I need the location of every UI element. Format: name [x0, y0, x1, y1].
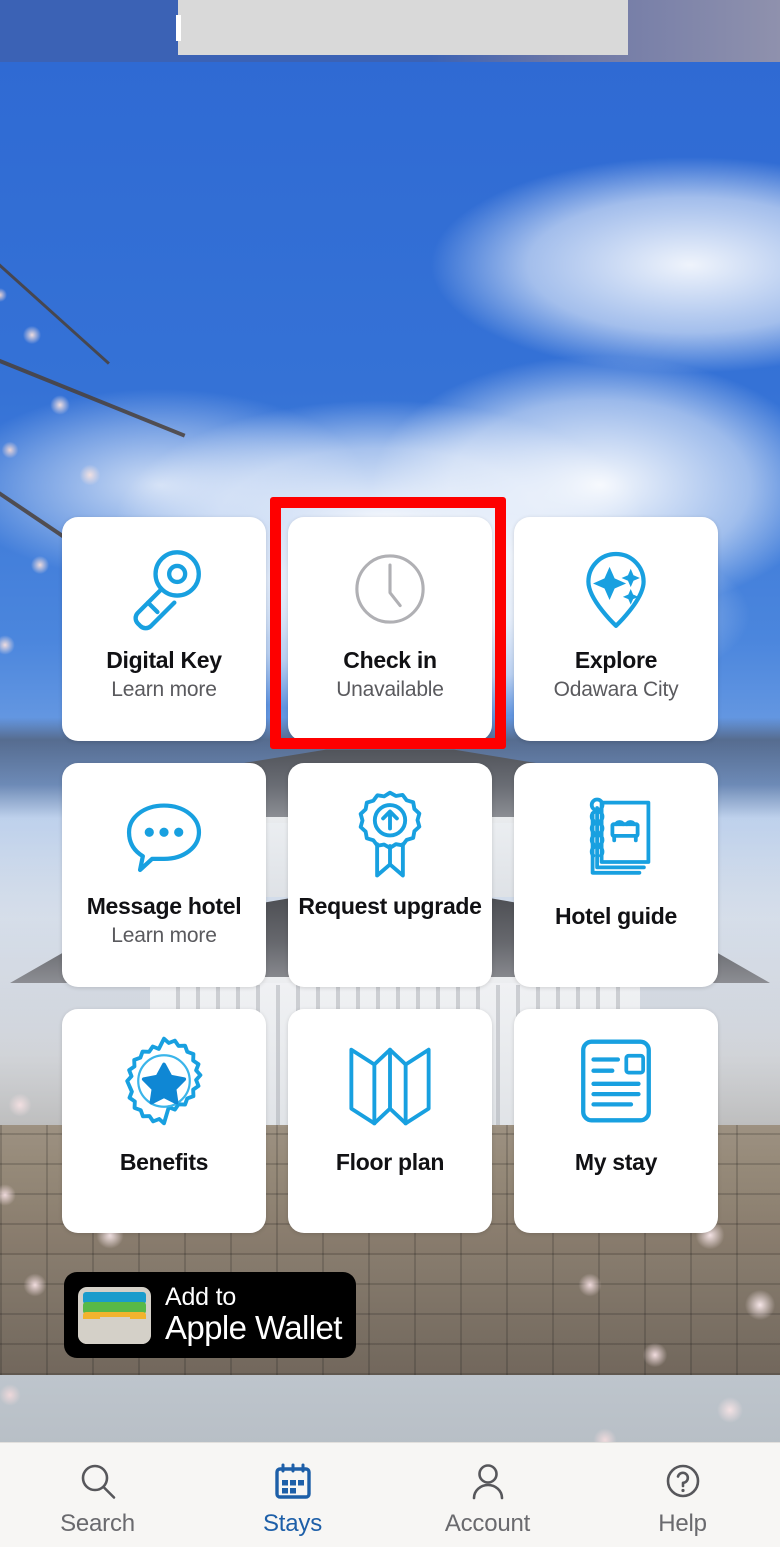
tab-label: Account [444, 1510, 531, 1537]
card-my-stay[interactable]: My stay [514, 1009, 718, 1233]
card-subtitle: Odawara City [553, 677, 679, 701]
folded-map-icon [342, 1009, 438, 1139]
calendar-icon [271, 1458, 315, 1504]
browser-url-sheet [178, 0, 628, 55]
wallet-line-1: Add to [165, 1283, 237, 1312]
card-explore[interactable]: Explore Odawara City [514, 517, 718, 741]
browser-top-band [0, 0, 780, 62]
tab-account[interactable]: Account [390, 1443, 585, 1547]
card-labels: My stay [514, 1139, 718, 1233]
award-ribbon-up-arrow-icon [344, 763, 436, 893]
card-labels: Digital Key Learn more [62, 647, 266, 741]
card-subtitle: Unavailable [336, 677, 444, 701]
card-labels: Hotel guide [514, 893, 718, 987]
magnifier-icon [76, 1458, 120, 1504]
card-labels: Message hotel Learn more [62, 893, 266, 987]
tab-label: Help [658, 1510, 707, 1537]
card-subtitle: Learn more [111, 923, 217, 947]
card-title: Floor plan [335, 1149, 445, 1175]
card-labels: Check in Unavailable [288, 647, 492, 741]
star-badge-icon [118, 1009, 210, 1139]
chat-bubble-icon [116, 763, 212, 893]
app-screen: Digital Key Learn more Check in Unavaila… [0, 0, 780, 1547]
question-circle-icon [661, 1458, 705, 1504]
bottom-tab-bar: Search Stays Account Help [0, 1442, 780, 1547]
card-title: Message hotel [86, 893, 242, 919]
card-labels: Floor plan [288, 1139, 492, 1233]
card-title: Digital Key [106, 647, 222, 673]
person-icon [466, 1458, 510, 1504]
add-to-apple-wallet-button[interactable]: Add to Apple Wallet [64, 1272, 356, 1358]
document-lines-icon [572, 1009, 660, 1139]
card-labels: Explore Odawara City [514, 647, 718, 741]
card-request-upgrade[interactable]: Request upgrade [288, 763, 492, 987]
card-check-in[interactable]: Check in Unavailable [288, 517, 492, 741]
card-title: Benefits [119, 1149, 209, 1175]
key-icon [117, 517, 211, 647]
card-labels: Benefits [62, 1139, 266, 1233]
card-floor-plan[interactable]: Floor plan [288, 1009, 492, 1233]
card-labels: Request upgrade [288, 893, 492, 987]
tab-search[interactable]: Search [0, 1443, 195, 1547]
card-title: Explore [574, 647, 658, 673]
card-benefits[interactable]: Benefits [62, 1009, 266, 1233]
quick-actions-grid: Digital Key Learn more Check in Unavaila… [62, 517, 718, 1233]
wallet-button-text: Add to Apple Wallet [165, 1284, 342, 1346]
tab-help[interactable]: Help [585, 1443, 780, 1547]
card-hotel-guide[interactable]: Hotel guide [514, 763, 718, 987]
sparkle-pin-icon [570, 517, 662, 647]
tab-stays[interactable]: Stays [195, 1443, 390, 1547]
card-title: Check in [343, 647, 437, 673]
text-caret [176, 15, 181, 41]
card-title: Hotel guide [555, 903, 677, 929]
card-subtitle: Learn more [111, 677, 217, 701]
clock-icon [344, 517, 436, 647]
card-message-hotel[interactable]: Message hotel Learn more [62, 763, 266, 987]
apple-wallet-icon [78, 1286, 151, 1344]
spiral-notebook-bed-icon [571, 763, 661, 893]
tab-label: Search [60, 1510, 135, 1537]
card-title: Request upgrade [298, 893, 482, 919]
card-digital-key[interactable]: Digital Key Learn more [62, 517, 266, 741]
tab-label: Stays [262, 1510, 323, 1537]
card-title: My stay [574, 1149, 658, 1175]
wallet-line-2: Apple Wallet [165, 1309, 342, 1347]
